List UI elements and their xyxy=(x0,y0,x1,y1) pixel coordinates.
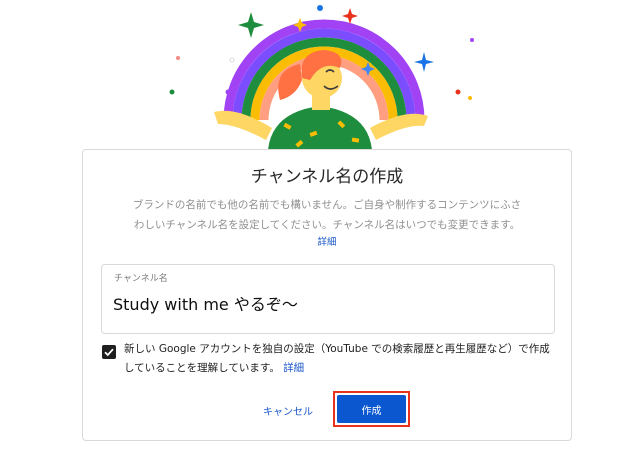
rainbow-celebration-illustration xyxy=(169,5,474,150)
checkmark-icon xyxy=(104,348,114,357)
dialog-description: ブランドの名前でも他の名前でも構いません。ご自身や制作するコンテンツにふさ わし… xyxy=(101,195,553,235)
create-channel-dialog: チャンネル名の作成 ブランドの名前でも他の名前でも構いません。ご自身や制作するコ… xyxy=(82,149,572,441)
learn-more-link[interactable]: 詳細 xyxy=(83,234,571,248)
dialog-title: チャンネル名の作成 xyxy=(250,167,404,187)
cancel-button[interactable]: キャンセル xyxy=(253,398,323,422)
description-line-2: わしいチャンネル名を設定してください。チャンネル名はいつでも変更できます。 xyxy=(133,219,521,231)
channel-name-label: チャンネル名 xyxy=(114,274,168,284)
consent-learn-more-link[interactable]: 詳細 xyxy=(283,362,304,374)
consent-text: 新しい Google アカウントを独自の設定（YouTube での検索履歴と再生… xyxy=(124,340,554,378)
channel-name-field[interactable]: チャンネル名 xyxy=(101,264,555,334)
consent-message: 新しい Google アカウントを独自の設定（YouTube での検索履歴と再生… xyxy=(124,343,550,374)
consent-checkbox[interactable] xyxy=(102,345,116,359)
description-line-1: ブランドの名前でも他の名前でも構いません。ご自身や制作するコンテンツにふさ xyxy=(132,199,522,211)
create-button[interactable]: 作成 xyxy=(337,395,406,423)
channel-name-input[interactable] xyxy=(113,291,533,315)
